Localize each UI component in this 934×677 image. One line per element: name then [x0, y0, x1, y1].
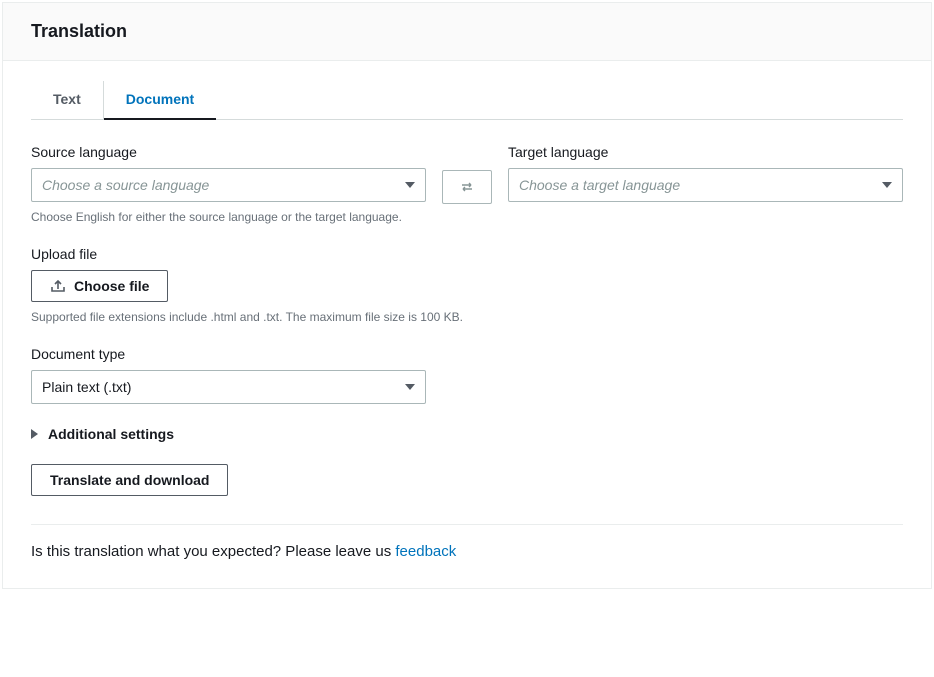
- divider: [31, 524, 903, 525]
- tab-document[interactable]: Document: [104, 81, 216, 119]
- additional-settings-label: Additional settings: [48, 426, 174, 442]
- doc-type-section: Document type Plain text (.txt): [31, 346, 903, 404]
- source-language-select[interactable]: Choose a source language: [31, 168, 426, 202]
- choose-file-button[interactable]: Choose file: [31, 270, 168, 302]
- upload-helper-text: Supported file extensions include .html …: [31, 310, 903, 324]
- feedback-prompt: Is this translation what you expected? P…: [31, 543, 395, 560]
- panel-header: Translation: [3, 3, 931, 61]
- caret-down-icon: [405, 182, 415, 188]
- triangle-right-icon: [31, 429, 38, 439]
- swap-icon: [459, 179, 475, 195]
- doc-type-select[interactable]: Plain text (.txt): [31, 370, 426, 404]
- source-language-col: Source language Choose a source language: [31, 144, 426, 202]
- upload-label: Upload file: [31, 246, 903, 262]
- upload-icon: [50, 278, 66, 294]
- feedback-link[interactable]: feedback: [395, 543, 456, 560]
- panel-body: Text Document Source language Choose a s…: [3, 61, 931, 588]
- upload-section: Upload file Choose file Supported file e…: [31, 246, 903, 324]
- caret-down-icon: [882, 182, 892, 188]
- source-helper-text: Choose English for either the source lan…: [31, 210, 903, 224]
- choose-file-label: Choose file: [74, 278, 149, 294]
- translation-panel: Translation Text Document Source languag…: [2, 2, 932, 589]
- caret-down-icon: [405, 384, 415, 390]
- target-language-placeholder: Choose a target language: [519, 177, 680, 193]
- swap-languages-button[interactable]: [442, 170, 492, 204]
- translate-download-button[interactable]: Translate and download: [31, 464, 228, 496]
- target-language-select[interactable]: Choose a target language: [508, 168, 903, 202]
- target-language-label: Target language: [508, 144, 903, 160]
- target-language-col: Target language Choose a target language: [508, 144, 903, 202]
- tab-text[interactable]: Text: [31, 81, 104, 119]
- source-language-placeholder: Choose a source language: [42, 177, 209, 193]
- feedback-row: Is this translation what you expected? P…: [31, 543, 903, 560]
- source-language-label: Source language: [31, 144, 426, 160]
- doc-type-value: Plain text (.txt): [42, 379, 131, 395]
- additional-settings-expander[interactable]: Additional settings: [31, 426, 903, 442]
- swap-col: [442, 144, 492, 204]
- translate-download-label: Translate and download: [50, 472, 209, 488]
- language-row: Source language Choose a source language…: [31, 144, 903, 204]
- tabs: Text Document: [31, 81, 903, 120]
- doc-type-label: Document type: [31, 346, 903, 362]
- page-title: Translation: [31, 21, 903, 42]
